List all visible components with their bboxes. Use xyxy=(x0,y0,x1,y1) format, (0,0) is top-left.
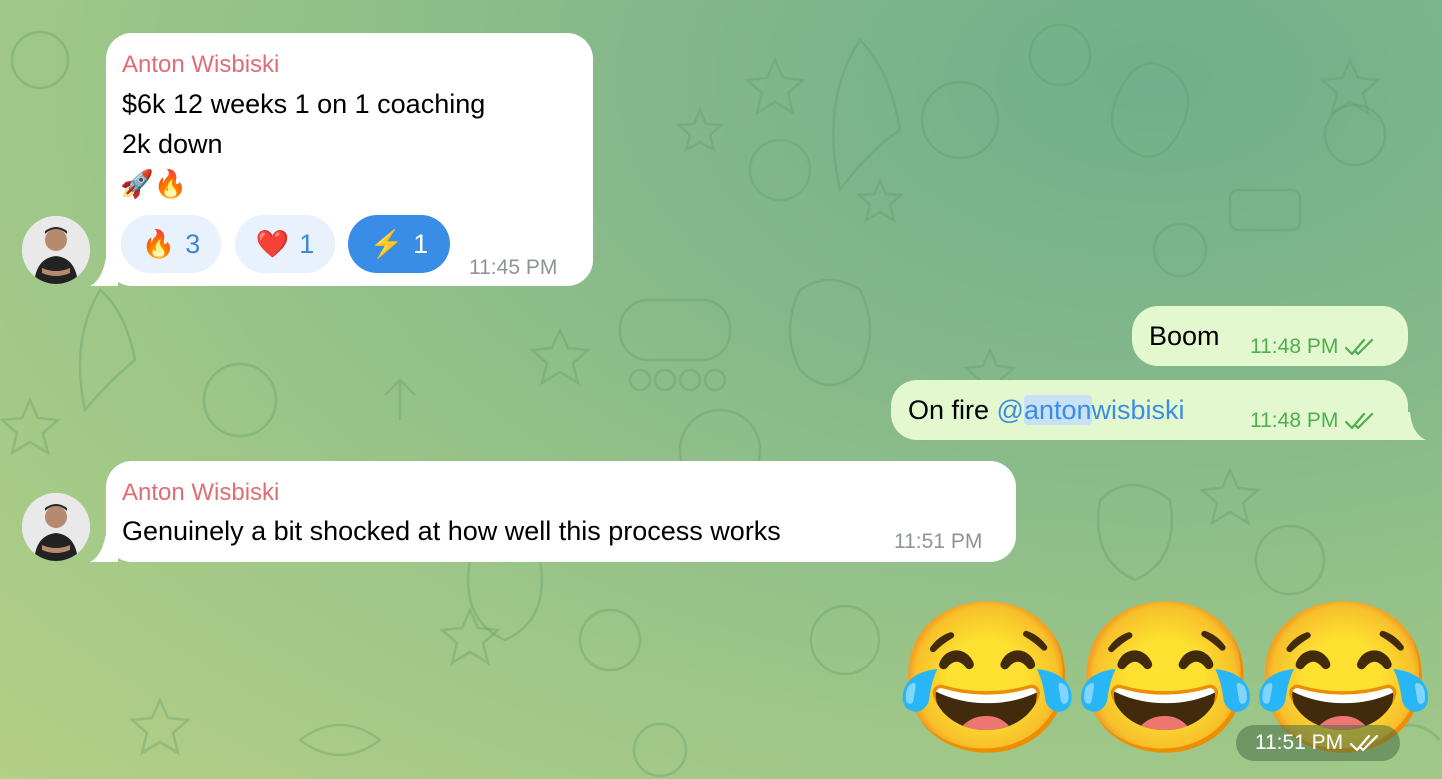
outgoing-message[interactable]: On fire @antonwisbiski 11:48 PM xyxy=(891,380,1408,440)
message-line: $6k 12 weeks 1 on 1 coaching xyxy=(122,89,486,119)
double-check-icon xyxy=(1345,412,1374,430)
incoming-message[interactable]: Anton Wisbiski Genuinely a bit shocked a… xyxy=(106,461,1016,562)
sender-name[interactable]: Anton Wisbiski xyxy=(122,50,279,80)
incoming-message[interactable]: Anton Wisbiski $6k 12 weeks 1 on 1 coach… xyxy=(106,33,593,286)
mention-highlight: anton xyxy=(1023,395,1092,425)
double-check-icon xyxy=(1345,338,1374,356)
reaction-count: 1 xyxy=(299,228,315,259)
reaction-fire[interactable]: 🔥 3 xyxy=(121,215,221,273)
sender-avatar[interactable] xyxy=(22,493,90,561)
reaction-count: 3 xyxy=(185,228,201,259)
mention-at: @ xyxy=(996,395,1024,425)
message-time: 11:51 PM xyxy=(1254,731,1344,754)
sender-name[interactable]: Anton Wisbiski xyxy=(122,478,279,508)
message-meta: 11:48 PM xyxy=(1250,335,1376,359)
message-line: 2k down xyxy=(122,129,223,159)
reaction-lightning[interactable]: ⚡ 1 xyxy=(348,215,450,273)
double-check-icon xyxy=(1350,734,1379,752)
reaction-count: 1 xyxy=(413,228,429,259)
bubble-tail xyxy=(1400,412,1426,440)
outgoing-message[interactable]: Boom 11:48 PM xyxy=(1132,306,1408,366)
message-text: On fire @antonwisbiski xyxy=(908,390,1185,430)
avatar-icon xyxy=(22,216,90,284)
reaction-heart[interactable]: ❤️ 1 xyxy=(235,215,335,273)
heart-icon: ❤️ xyxy=(255,229,290,259)
avatar-icon xyxy=(22,493,90,561)
message-meta: 11:51 PM xyxy=(1236,725,1400,761)
message-time: 11:48 PM xyxy=(1250,335,1339,358)
message-time: 11:51 PM xyxy=(894,530,983,553)
message-meta: 11:48 PM xyxy=(1250,409,1376,433)
fire-icon: 🔥 xyxy=(141,229,176,259)
message-time: 11:48 PM xyxy=(1250,409,1339,432)
message-text-prefix: On fire xyxy=(908,395,997,425)
mention-rest: wisbiski xyxy=(1091,395,1185,425)
mention-link[interactable]: @antonwisbiski xyxy=(997,395,1185,425)
lightning-icon: ⚡ xyxy=(369,229,404,259)
message-text: Genuinely a bit shocked at how well this… xyxy=(122,516,781,546)
message-time: 11:45 PM xyxy=(469,256,558,279)
message-emoji-line: 🚀🔥 xyxy=(120,169,188,199)
sender-avatar[interactable] xyxy=(22,216,90,284)
message-text: Boom xyxy=(1149,321,1220,351)
